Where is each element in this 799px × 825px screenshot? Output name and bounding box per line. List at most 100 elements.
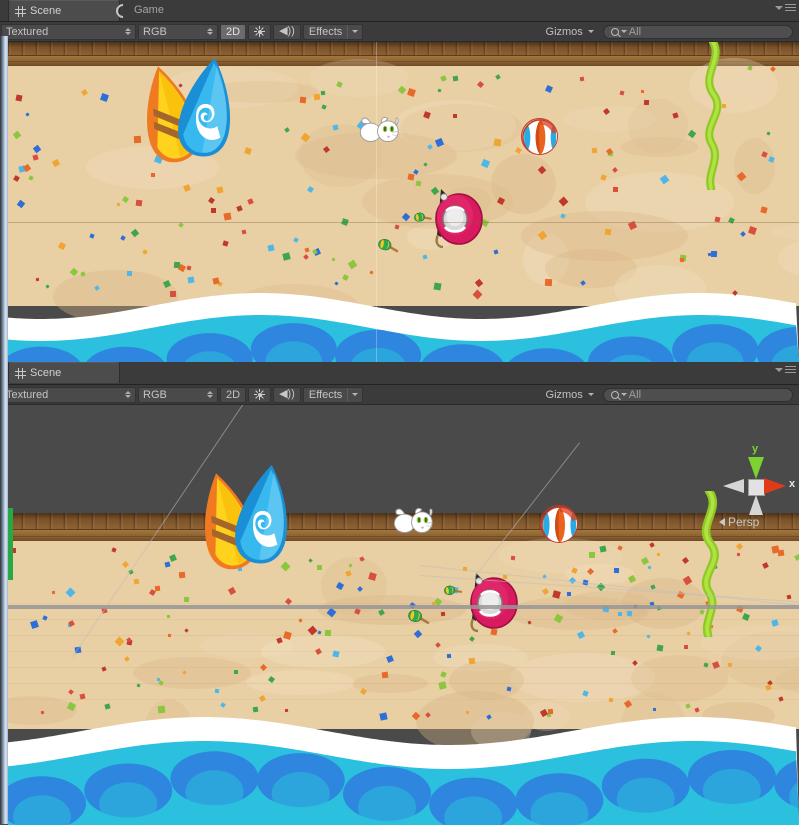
toggle-2d-top[interactable]: 2D bbox=[220, 24, 246, 40]
updown-icon bbox=[125, 391, 131, 398]
sun-icon bbox=[254, 389, 265, 400]
left-scroll-gutter[interactable] bbox=[0, 36, 8, 824]
effects-dropdown-bottom[interactable]: Effects bbox=[303, 387, 363, 403]
scene-grid-line-horizontal bbox=[0, 222, 799, 223]
confetti-particle bbox=[285, 709, 289, 713]
search-placeholder: All bbox=[629, 26, 641, 38]
wooden-fence bbox=[8, 42, 799, 66]
confetti-particle bbox=[382, 672, 389, 679]
confetti-particle bbox=[52, 591, 55, 594]
toggle-audio-bottom[interactable]: ◀)) bbox=[273, 387, 301, 403]
color-mode-dropdown-bottom[interactable]: RGB bbox=[138, 387, 218, 403]
toggle-lighting-top[interactable] bbox=[248, 24, 271, 40]
gizmo-axis-y-positive[interactable] bbox=[748, 457, 764, 479]
color-mode-value: RGB bbox=[143, 389, 167, 401]
fence-rail bbox=[8, 55, 799, 66]
confetti-particle bbox=[469, 658, 476, 665]
effects-dropdown-top[interactable]: Effects bbox=[303, 24, 363, 40]
confetti-particle bbox=[184, 597, 189, 602]
scene-background bbox=[0, 405, 799, 513]
toggle-2d-bottom[interactable]: 2D bbox=[220, 387, 246, 403]
sand-blob bbox=[628, 99, 688, 154]
confetti-particle bbox=[136, 200, 143, 207]
confetti-particle bbox=[433, 282, 441, 290]
tab-game-top[interactable]: Game bbox=[110, 0, 178, 21]
beach-scene-bottom bbox=[0, 405, 799, 825]
panel-tabstrip-bottom: Scene bbox=[0, 362, 799, 385]
confetti-particle bbox=[127, 271, 132, 276]
gizmo-axis-x-label: x bbox=[789, 478, 795, 490]
scene-panel-top: Scene Game Textured RGB 2D bbox=[0, 0, 799, 362]
confetti-particle bbox=[618, 612, 622, 616]
scene-panel-bottom: Scene Textured RGB 2D bbox=[0, 362, 799, 824]
hamburger-icon bbox=[785, 366, 796, 373]
tab-scene-label: Scene bbox=[30, 1, 61, 21]
sand-streak bbox=[8, 603, 799, 604]
confetti-particle bbox=[728, 663, 733, 668]
gizmos-dropdown-top[interactable]: Gizmos bbox=[541, 24, 599, 40]
chevron-down-icon bbox=[348, 30, 362, 33]
game-icon bbox=[113, 1, 133, 21]
speaker-icon: ◀)) bbox=[279, 389, 295, 400]
confetti-particle bbox=[711, 251, 717, 257]
confetti-particle bbox=[317, 565, 322, 570]
confetti-particle bbox=[407, 173, 414, 180]
panel-options-menu-bottom[interactable] bbox=[775, 366, 796, 373]
confetti-particle bbox=[170, 291, 176, 297]
panel-options-menu-top[interactable] bbox=[775, 4, 796, 11]
toggle-lighting-bottom[interactable] bbox=[248, 387, 271, 403]
scene-search-input-top[interactable]: All bbox=[603, 25, 793, 39]
scene-orientation-gizmo[interactable]: y x Persp bbox=[707, 443, 797, 531]
sand-blob bbox=[770, 222, 799, 242]
scene-viewport-top[interactable] bbox=[0, 42, 799, 364]
draw-mode-dropdown-top[interactable]: Textured bbox=[1, 24, 136, 40]
gizmo-projection-toggle[interactable]: Persp bbox=[719, 515, 759, 529]
tab-scene-top[interactable]: Scene bbox=[8, 0, 120, 21]
sand-streak bbox=[8, 651, 799, 652]
confetti-particle bbox=[151, 173, 155, 177]
confetti-particle bbox=[614, 568, 619, 573]
confetti-particle bbox=[158, 706, 166, 714]
confetti-particle bbox=[332, 650, 339, 657]
scene-viewport-bottom[interactable]: y x Persp bbox=[0, 405, 799, 825]
confetti-particle bbox=[379, 712, 387, 720]
tab-scene-bottom[interactable]: Scene bbox=[8, 362, 120, 383]
confetti-particle bbox=[657, 553, 660, 556]
chevron-down-icon bbox=[621, 30, 627, 33]
gizmo-axis-y-negative[interactable] bbox=[749, 495, 763, 515]
confetti-particle bbox=[599, 545, 606, 552]
sand-streak bbox=[8, 619, 799, 620]
confetti-particle bbox=[253, 707, 259, 713]
updown-icon bbox=[207, 28, 213, 35]
chevron-down-icon bbox=[775, 6, 783, 10]
draw-mode-dropdown-bottom[interactable]: Textured bbox=[1, 387, 136, 403]
panel-tabstrip-top: Scene Game bbox=[0, 0, 799, 22]
arrow-left-icon bbox=[719, 518, 725, 526]
beach-scene-top bbox=[0, 42, 799, 364]
color-mode-dropdown-top[interactable]: RGB bbox=[138, 24, 218, 40]
draw-mode-value: Textured bbox=[6, 389, 48, 401]
sand-streak bbox=[8, 699, 799, 700]
confetti-particle bbox=[493, 138, 501, 146]
scene-grid-line-vertical bbox=[376, 42, 377, 364]
ocean-water bbox=[8, 288, 799, 364]
confetti-particle bbox=[215, 689, 220, 694]
hamburger-icon bbox=[785, 4, 796, 11]
confetti-particle bbox=[511, 556, 516, 561]
confetti-particle bbox=[211, 208, 216, 213]
selected-object-bar bbox=[8, 605, 799, 609]
toggle-audio-top[interactable]: ◀)) bbox=[273, 24, 301, 40]
confetti-particle bbox=[644, 100, 649, 105]
gizmo-axis-x-positive[interactable] bbox=[764, 478, 786, 494]
player-character-sprite bbox=[425, 185, 483, 251]
gizmo-axis-x-negative[interactable] bbox=[723, 479, 744, 493]
confetti-particle bbox=[653, 708, 656, 711]
gizmos-dropdown-bottom[interactable]: Gizmos bbox=[541, 387, 599, 403]
scene-toolbar-top: Textured RGB 2D ◀)) Effects bbox=[0, 22, 799, 42]
scene-search-input-bottom[interactable]: All bbox=[603, 388, 793, 402]
confetti-particle bbox=[548, 709, 553, 714]
confetti-particle bbox=[80, 694, 86, 700]
confetti-particle bbox=[627, 611, 633, 617]
gizmo-center-cube[interactable] bbox=[748, 479, 765, 496]
confetti-particle bbox=[167, 615, 170, 618]
